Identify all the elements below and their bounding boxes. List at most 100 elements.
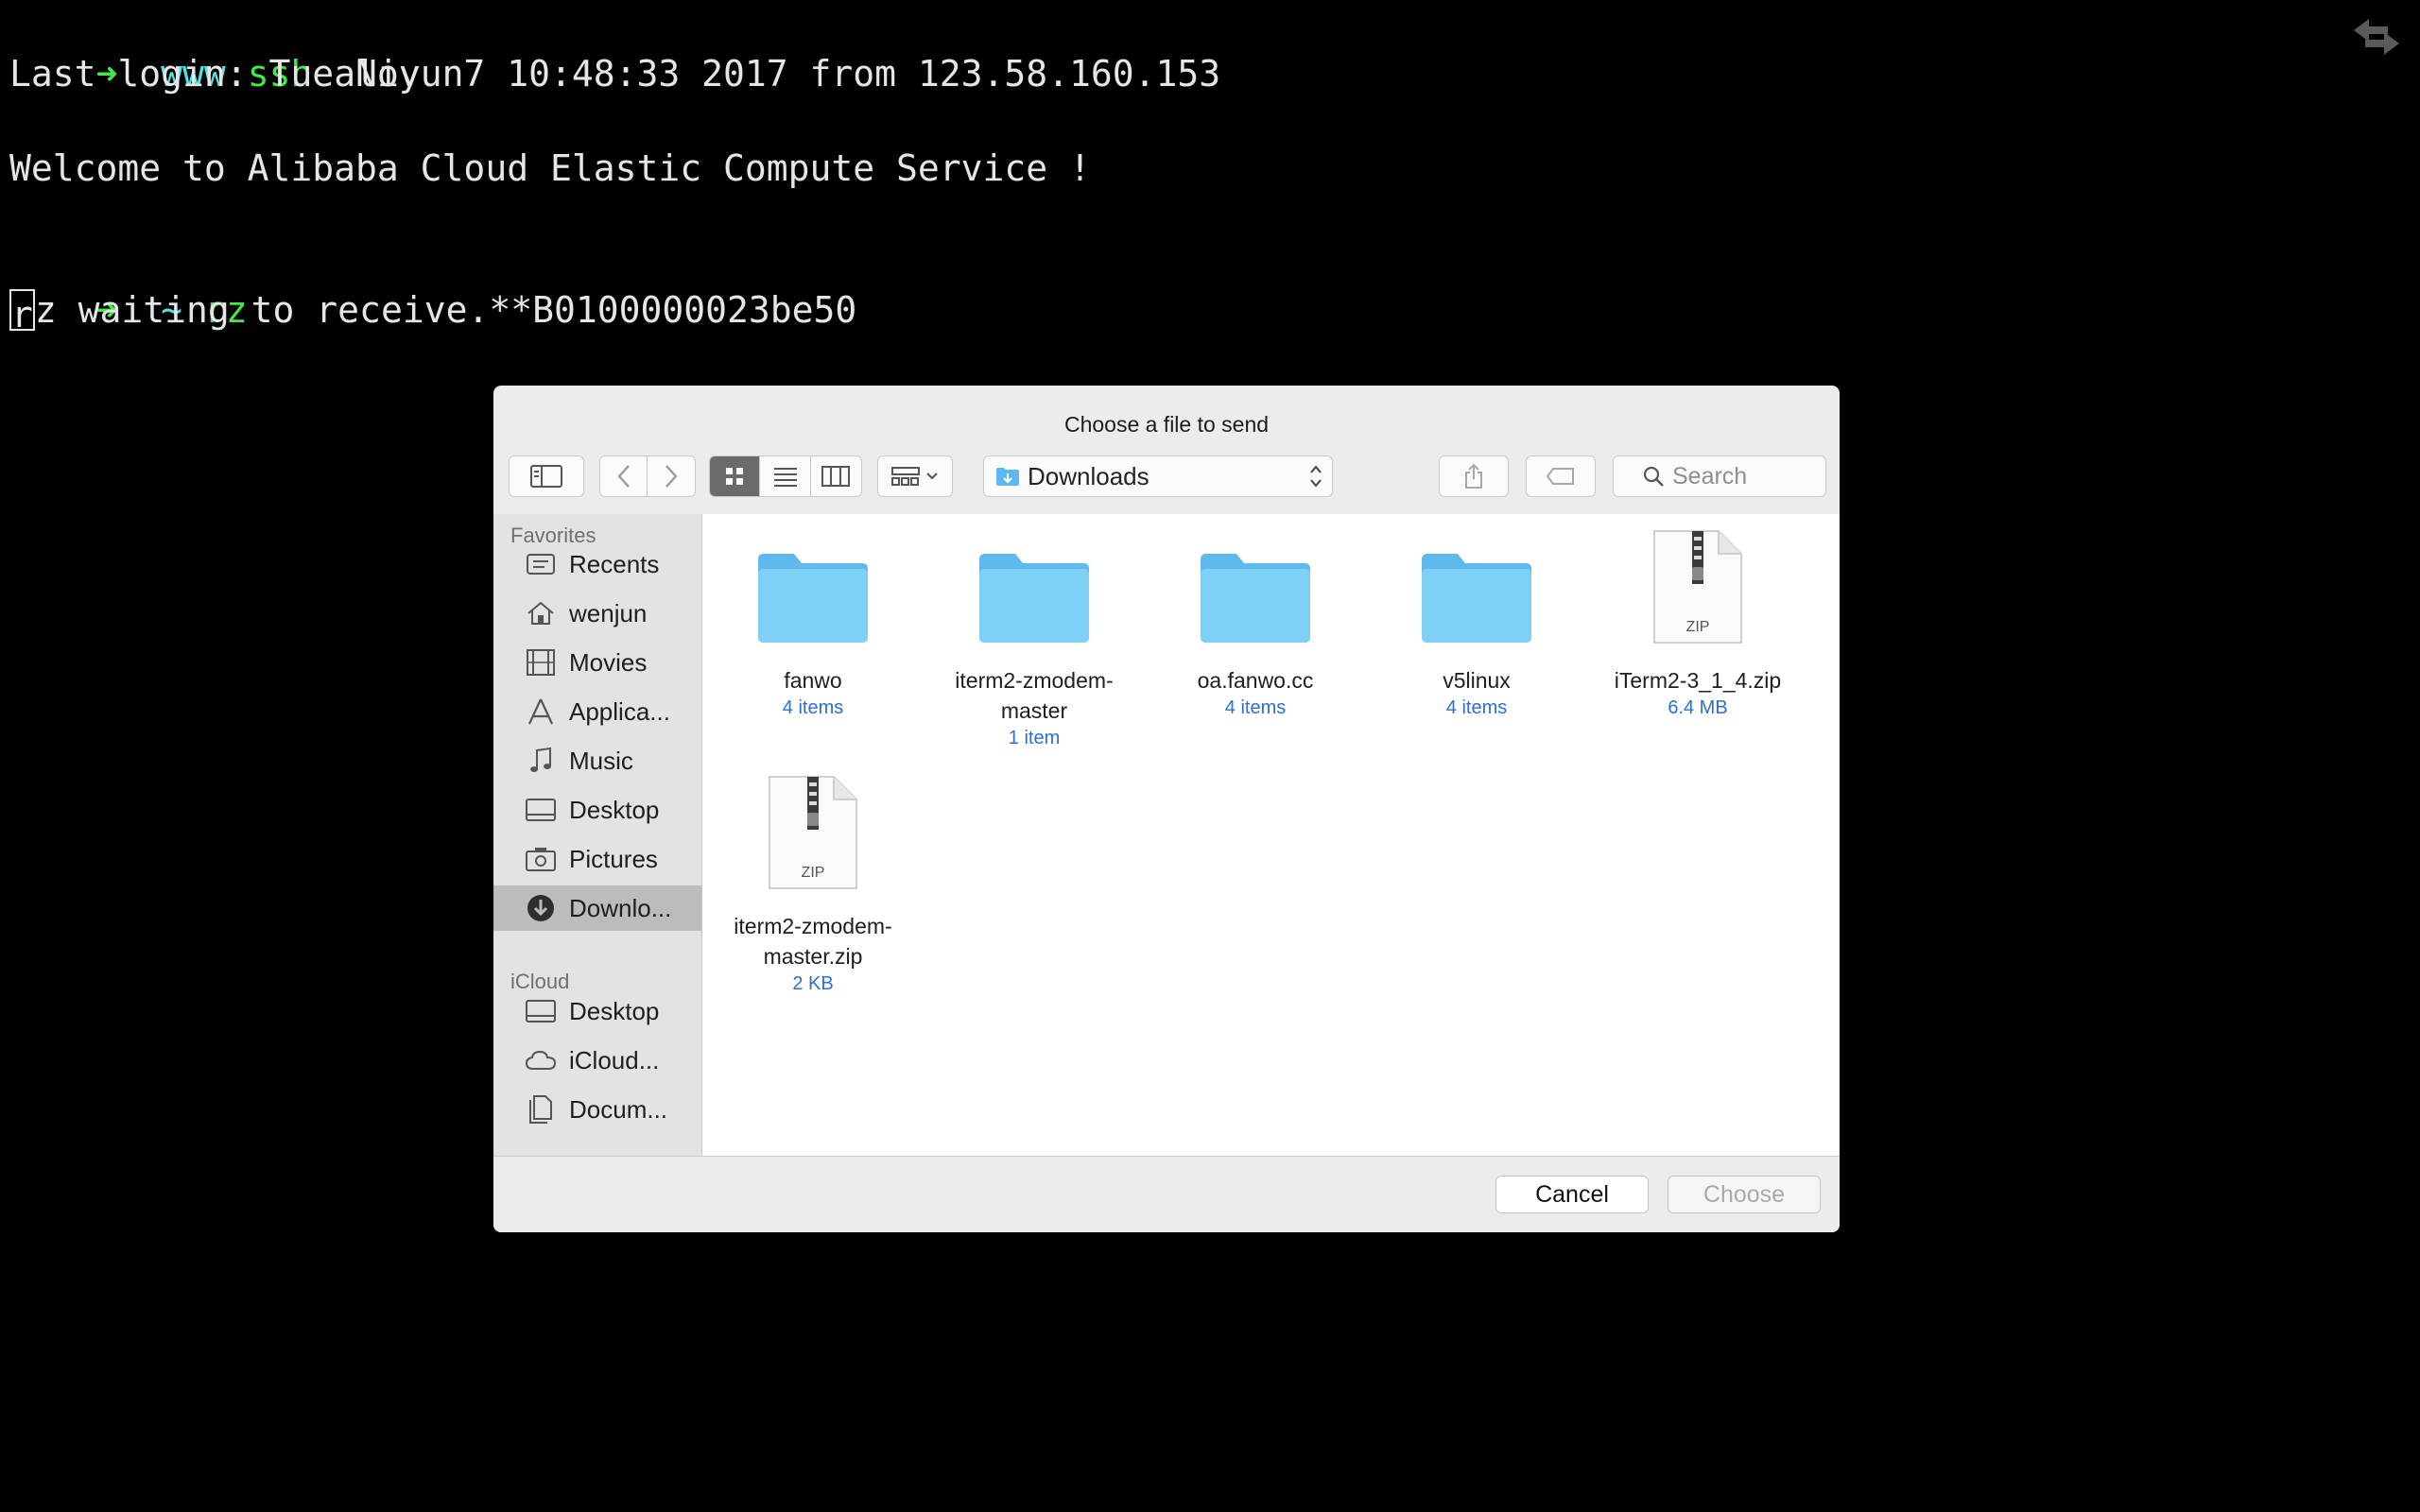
sidebar-item-pictures[interactable]: Pictures — [493, 836, 701, 882]
sidebar-item-applications[interactable]: Applica... — [493, 689, 701, 734]
search-field[interactable] — [1613, 455, 1826, 497]
sidebar-item-downloads[interactable]: Downlo... — [493, 885, 701, 931]
file-item[interactable]: fanwo 4 items — [709, 522, 917, 720]
dialog-footer: Cancel Choose — [493, 1156, 1840, 1232]
file-name: iterm2-zmodem-master — [955, 668, 1114, 723]
grid-icon — [726, 468, 744, 485]
sidebar-toggle-button[interactable] — [509, 455, 584, 497]
folder-icon — [930, 522, 1138, 644]
gallery-icon — [891, 467, 920, 486]
chevron-right-icon — [666, 465, 678, 488]
sidebar-item-label: Downlo... — [569, 893, 672, 922]
file-name: iterm2-zmodem-master.zip — [734, 914, 892, 969]
icloud-icon — [522, 1044, 560, 1076]
sidebar-item-label: wenjun — [569, 598, 648, 627]
sidebar-item-music[interactable]: Music — [493, 738, 701, 783]
sidebar-item-label: Music — [569, 746, 633, 775]
cancel-button[interactable]: Cancel — [1495, 1176, 1649, 1213]
file-chooser-dialog: Choose a file to send Downloads Search F… — [493, 386, 1840, 1232]
terminal[interactable]: ➜ www ssh aliyun Last login: Tue Nov 7 1… — [9, 0, 1220, 335]
search-input[interactable] — [1670, 461, 1825, 491]
sidebar-item-label: Recents — [569, 549, 660, 578]
folder-icon — [1373, 522, 1581, 644]
share-icon — [1465, 463, 1482, 489]
movies-icon — [522, 646, 560, 679]
file-item[interactable]: v5linux 4 items — [1373, 522, 1581, 720]
choose-button[interactable]: Choose — [1668, 1176, 1821, 1213]
columns-icon — [821, 466, 851, 487]
terminal-line-2: Last login: Tue Nov 7 10:48:33 2017 from… — [9, 53, 1221, 94]
recents-icon — [522, 548, 560, 580]
sidebar: Favorites Recents wenjun Movies Applica.… — [493, 514, 702, 1157]
swap-arrows-icon — [2354, 19, 2399, 55]
documents-icon — [522, 1093, 560, 1125]
sidebar-item-label: Desktop — [569, 795, 660, 824]
group-by-button[interactable] — [877, 455, 953, 497]
rz-status: z waiting to receive.**B0100000023be50 — [34, 289, 857, 331]
location-label: Downloads — [1028, 461, 1150, 490]
icon-view-button[interactable] — [710, 456, 761, 496]
sidebar-item-icloud-drive[interactable]: iCloud... — [493, 1038, 701, 1083]
sidebar-item-label: iCloud... — [569, 1045, 660, 1074]
sidebar-item-label: Desktop — [569, 996, 660, 1025]
music-icon — [522, 745, 560, 777]
tag-button[interactable] — [1526, 455, 1596, 497]
terminal-line-1: ➜ www ssh aliyun — [9, 3, 464, 94]
desktop-icon — [522, 794, 560, 826]
terminal-line-4: ➜ ~ rz — [9, 239, 248, 331]
list-view-button[interactable] — [760, 456, 811, 496]
terminal-line-5: rz waiting to receive.**B0100000023be50 — [9, 286, 857, 335]
file-item[interactable]: iterm2-zmodem-master 1 item — [930, 522, 1138, 750]
file-item[interactable]: ZIP iterm2-zmodem-master.zip 2 KB — [709, 767, 917, 996]
desktop-icon — [522, 995, 560, 1027]
downloads-icon — [522, 892, 560, 924]
chevron-down-icon — [926, 472, 938, 480]
svg-text:ZIP: ZIP — [1686, 619, 1710, 635]
file-meta: 2 KB — [792, 973, 834, 994]
file-item[interactable]: ZIP iTerm2-3_1_4.zip 6.4 MB — [1594, 522, 1802, 720]
back-button[interactable] — [600, 456, 648, 496]
sidebar-item-wenjun[interactable]: wenjun — [493, 591, 701, 636]
sidebar-item-icloud-desktop[interactable]: Desktop — [493, 988, 701, 1034]
search-icon — [1643, 466, 1664, 487]
home-icon — [522, 597, 560, 629]
file-item[interactable]: oa.fanwo.cc 4 items — [1151, 522, 1359, 720]
downloads-folder-icon — [996, 468, 1019, 486]
sidebar-item-recents[interactable]: Recents — [493, 541, 701, 587]
nav-buttons — [599, 455, 696, 497]
forward-button[interactable] — [648, 456, 695, 496]
file-name: iTerm2-3_1_4.zip — [1614, 668, 1782, 693]
zip-archive-icon: ZIP — [709, 767, 917, 890]
file-meta: 1 item — [1008, 728, 1061, 748]
file-meta: 4 items — [1445, 697, 1508, 718]
sidebar-item-desktop[interactable]: Desktop — [493, 787, 701, 833]
terminal-cursor: r — [9, 288, 35, 335]
folder-icon — [1151, 522, 1359, 644]
file-meta: 4 items — [1224, 697, 1287, 718]
sidebar-item-documents[interactable]: Docum... — [493, 1087, 701, 1132]
sidebar-item-label: Pictures — [569, 844, 658, 873]
file-name: fanwo — [784, 668, 842, 693]
applications-icon — [522, 696, 560, 728]
location-popup[interactable]: Downloads — [983, 455, 1333, 497]
dialog-title: Choose a file to send — [1063, 412, 1270, 437]
list-icon — [773, 468, 797, 487]
zip-archive-icon: ZIP — [1594, 522, 1802, 644]
column-view-button[interactable] — [811, 456, 861, 496]
folder-icon — [709, 522, 917, 644]
sidebar-icon — [530, 465, 562, 488]
sidebar-item-movies[interactable]: Movies — [493, 640, 701, 685]
file-name: v5linux — [1443, 668, 1511, 693]
sidebar-item-label: Applica... — [569, 696, 670, 726]
svg-text:ZIP: ZIP — [802, 865, 825, 881]
share-button[interactable] — [1439, 455, 1509, 497]
sidebar-item-label: Movies — [569, 647, 648, 677]
file-meta: 6.4 MB — [1668, 697, 1728, 718]
terminal-line-3: Welcome to Alibaba Cloud Elastic Compute… — [9, 147, 1091, 189]
updown-chevron-icon — [1310, 465, 1322, 488]
view-mode-buttons — [709, 455, 862, 497]
file-meta: 4 items — [782, 697, 844, 718]
sidebar-item-label: Docum... — [569, 1094, 668, 1124]
file-browser: fanwo 4 items iterm2-zmodem-master 1 ite… — [702, 514, 1840, 1157]
tag-icon — [1546, 468, 1574, 485]
